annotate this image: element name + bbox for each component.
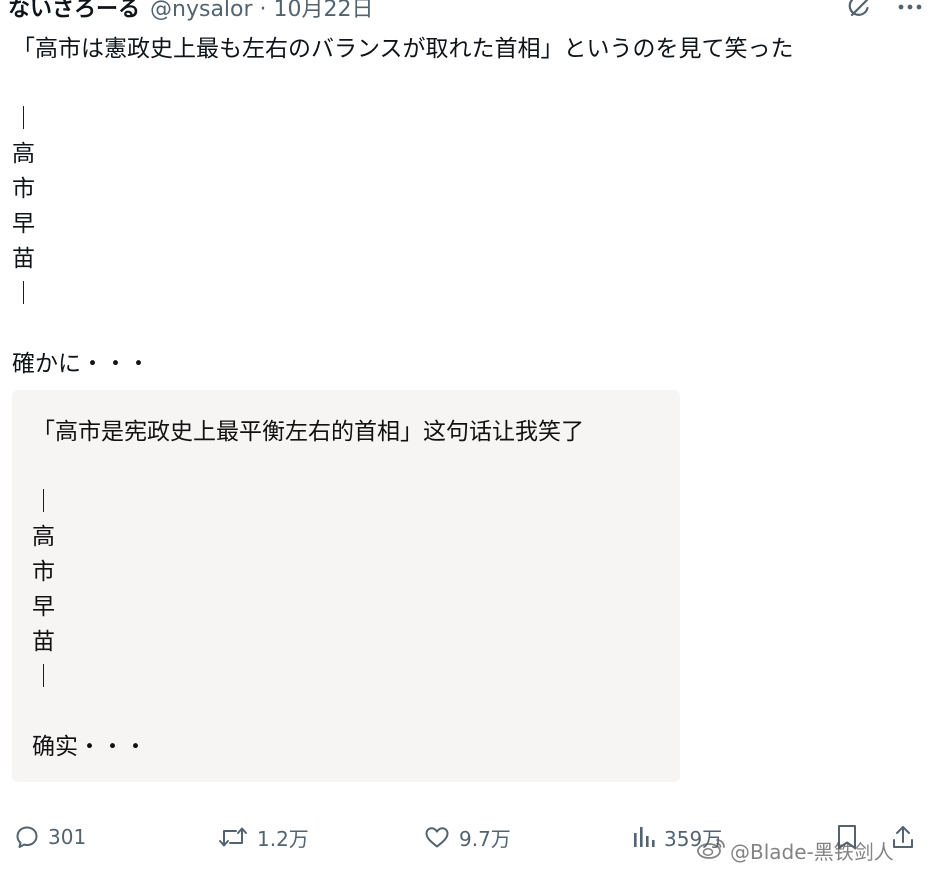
- weibo-icon: [696, 836, 726, 865]
- tweet-line: ｜: [12, 106, 35, 132]
- heart-icon: [423, 824, 451, 850]
- translation-line: ｜: [32, 664, 55, 690]
- views-icon: [632, 824, 656, 850]
- user-handle[interactable]: @nysalor: [150, 0, 253, 22]
- handle-and-date: @nysalor · 10月22日: [150, 0, 374, 23]
- repost-button[interactable]: 1.2万: [217, 815, 309, 859]
- tweet-line: ｜: [12, 281, 35, 307]
- tweet-line: 苗: [12, 246, 35, 272]
- translation-line: 早: [32, 594, 55, 620]
- separator-dot: ·: [259, 0, 267, 22]
- tweet-line: 高: [12, 141, 35, 167]
- watermark: @Blade-黑铁剑人: [696, 836, 894, 865]
- translation-blank-line: [32, 450, 584, 485]
- more-icon[interactable]: [896, 0, 924, 20]
- tweet-header: ないさろーる @nysalor · 10月22日: [8, 0, 374, 24]
- translation-blank-line: [32, 695, 584, 730]
- like-button[interactable]: 9.7万: [423, 815, 511, 859]
- like-count: 9.7万: [459, 826, 511, 851]
- reply-button[interactable]: 301: [14, 815, 86, 859]
- tweet-line: 市: [12, 176, 35, 202]
- tweet-line: 早: [12, 211, 35, 237]
- translation-line: ｜: [32, 489, 55, 515]
- post-date[interactable]: 10月22日: [274, 0, 374, 22]
- watermark-text: @Blade-黑铁剑人: [730, 840, 894, 864]
- tweet-text: 「高市は憲政史上最も左右のバランスが取れた首相」というのを見て笑った ｜ 高 市…: [12, 32, 794, 382]
- translation-line: 市: [32, 559, 55, 585]
- reply-count: 301: [48, 825, 87, 849]
- reply-icon: [14, 824, 40, 850]
- tweet-line: 「高市は憲政史上最も左右のバランスが取れた首相」というのを見て笑った: [12, 36, 794, 62]
- tweet-line: 確かに・・・: [12, 351, 150, 377]
- share-button[interactable]: [890, 815, 916, 859]
- translation-line: 确实・・・: [32, 734, 147, 760]
- translation-line: 高: [32, 524, 55, 550]
- translation-card: 「高市是宪政史上最平衡左右的首相」这句话让我笑了 ｜ 高 市 早 苗 ｜ 确实・…: [12, 390, 680, 782]
- translation-text: 「高市是宪政史上最平衡左右的首相」这句话让我笑了 ｜ 高 市 早 苗 ｜ 确实・…: [32, 415, 584, 765]
- display-name[interactable]: ないさろーる: [8, 0, 140, 23]
- translation-line: 「高市是宪政史上最平衡左右的首相」这句话让我笑了: [32, 419, 584, 445]
- translation-line: 苗: [32, 629, 55, 655]
- share-icon: [890, 823, 916, 851]
- repost-count: 1.2万: [257, 826, 309, 851]
- repost-icon: [217, 824, 249, 850]
- header-actions: [846, 0, 924, 24]
- grok-icon[interactable]: [846, 0, 872, 20]
